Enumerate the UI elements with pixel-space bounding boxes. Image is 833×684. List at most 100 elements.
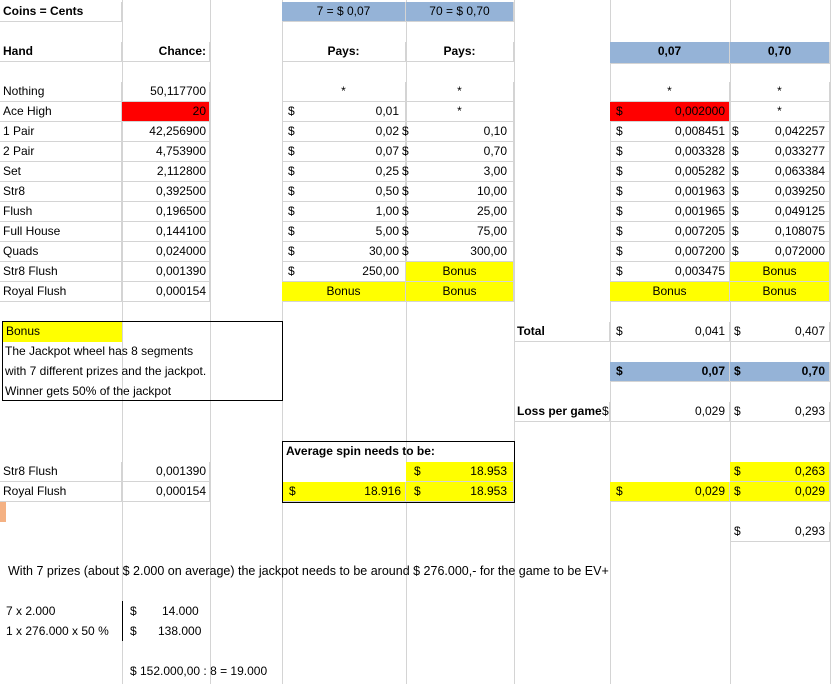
pays-header-2[interactable]: Pays:	[406, 42, 514, 62]
pay1-cell[interactable]: $250,00	[282, 262, 406, 282]
rf-ev1-cell[interactable]: $ 0,029	[610, 482, 730, 502]
bonus-title[interactable]: Bonus	[3, 322, 122, 342]
pay1-cell[interactable]: Bonus	[282, 282, 406, 302]
pay2-cell[interactable]: Bonus	[406, 262, 514, 282]
ev1-cell[interactable]: Bonus	[610, 282, 730, 302]
rf-hand[interactable]: Royal Flush	[0, 482, 122, 502]
hand-chance[interactable]: 0,000154	[122, 282, 210, 302]
pay2-cell[interactable]: $10,00	[402, 182, 514, 202]
pay2-cell[interactable]: $0,70	[402, 142, 514, 162]
ev1-value: 0,001963	[674, 184, 725, 198]
hand-chance[interactable]: 20	[122, 102, 210, 122]
rf-spin-cell-1[interactable]: $ 18.916	[283, 482, 406, 502]
hand-name[interactable]: Set	[0, 162, 122, 182]
chance-header[interactable]: Chance:	[122, 42, 210, 62]
pay1-cell[interactable]: $30,00	[282, 242, 406, 262]
hand-name[interactable]: Flush	[0, 202, 122, 222]
sf-spin-cell[interactable]: $ 18.953	[406, 462, 514, 482]
ev1-cell[interactable]: $0,005282	[610, 162, 730, 182]
pay2-cell[interactable]: $300,00	[402, 242, 514, 262]
total-cell-1[interactable]: $ 0,041	[610, 322, 730, 342]
bet-cell-1[interactable]: $ 0,07	[610, 362, 730, 382]
sf-chance[interactable]: 0,001390	[122, 462, 210, 482]
total-cell-2[interactable]: $ 0,407	[730, 322, 830, 342]
hand-name[interactable]: 2 Pair	[0, 142, 122, 162]
ev2-cell[interactable]: $0,108075	[730, 222, 830, 242]
pay1-cell[interactable]: $0,07	[282, 142, 406, 162]
pay2-cell[interactable]: $25,00	[402, 202, 514, 222]
sf-ev2-cell[interactable]: $ 0,263	[730, 462, 830, 482]
rf-ev2-cell[interactable]: $ 0,029	[730, 482, 830, 502]
loss-label[interactable]: Loss per game	[514, 402, 610, 422]
pay1-cell[interactable]: $1,00	[282, 202, 406, 222]
hand-chance[interactable]: 0,001390	[122, 262, 210, 282]
rf-spin-cell-2[interactable]: $ 18.953	[406, 482, 514, 502]
hand-chance[interactable]: 2,112800	[122, 162, 210, 182]
hand-chance[interactable]: 0,196500	[122, 202, 210, 222]
hand-name[interactable]: Str8	[0, 182, 122, 202]
hand-name[interactable]: Str8 Flush	[0, 262, 122, 282]
hand-name[interactable]: Nothing	[0, 82, 122, 102]
hand-name[interactable]: Royal Flush	[0, 282, 122, 302]
calc-value-2: 138.000	[158, 624, 202, 638]
pay1-cell[interactable]: $0,25	[282, 162, 406, 182]
loss-cell-1[interactable]: $ 0,029	[602, 402, 730, 422]
sum-ev2-cell[interactable]: $ 0,293	[730, 522, 830, 542]
pay2-cell[interactable]: $3,00	[402, 162, 514, 182]
pay2-cell[interactable]: Bonus	[406, 282, 514, 302]
sf-hand[interactable]: Str8 Flush	[0, 462, 122, 482]
currency-symbol: $	[616, 204, 623, 218]
ev2-cell[interactable]: Bonus	[730, 282, 830, 302]
ev2-cell[interactable]: $0,049125	[730, 202, 830, 222]
ev2-cell[interactable]: $0,042257	[730, 122, 830, 142]
ev2-cell[interactable]: *	[730, 102, 830, 122]
hand-chance[interactable]: 4,753900	[122, 142, 210, 162]
ev2-cell[interactable]: $0,033277	[730, 142, 830, 162]
pay1-cell[interactable]: $0,01	[282, 102, 406, 122]
ev2-cell[interactable]: $0,072000	[730, 242, 830, 262]
pays-header-1[interactable]: Pays:	[282, 42, 406, 62]
hand-chance[interactable]: 0,144100	[122, 222, 210, 242]
ev1-cell[interactable]: *	[610, 82, 730, 102]
ev1-cell[interactable]: $0,003328	[610, 142, 730, 162]
ev-header-2[interactable]: 0,70	[730, 42, 830, 64]
ev1-cell[interactable]: $0,002000	[610, 102, 730, 122]
ev1-cell[interactable]: $0,007200	[610, 242, 730, 262]
ev1-cell[interactable]: $0,007205	[610, 222, 730, 242]
rate-cell-2[interactable]: 70 = $ 0,70	[406, 2, 514, 22]
ev2-cell[interactable]: *	[730, 82, 830, 102]
pay1-cell[interactable]: $5,00	[282, 222, 406, 242]
spreadsheet[interactable]: Coins = Cents 7 = $ 0,07 70 = $ 0,70 Han…	[0, 0, 833, 684]
hand-chance[interactable]: 0,024000	[122, 242, 210, 262]
hand-name[interactable]: Full House	[0, 222, 122, 242]
hand-name[interactable]: Quads	[0, 242, 122, 262]
ev1-cell[interactable]: $0,008451	[610, 122, 730, 142]
ev2-cell[interactable]: $0,039250	[730, 182, 830, 202]
hand-header[interactable]: Hand	[0, 42, 122, 62]
rf-chance[interactable]: 0,000154	[122, 482, 210, 502]
hand-chance[interactable]: 42,256900	[122, 122, 210, 142]
pay2-cell[interactable]: $0,10	[402, 122, 514, 142]
ev1-cell[interactable]: $0,001965	[610, 202, 730, 222]
hand-chance[interactable]: 50,117700	[122, 82, 210, 102]
ev1-cell[interactable]: $0,001963	[610, 182, 730, 202]
hand-chance[interactable]: 0,392500	[122, 182, 210, 202]
bet-cell-2[interactable]: $ 0,70	[730, 362, 830, 382]
hand-name[interactable]: 1 Pair	[0, 122, 122, 142]
currency-symbol: $	[732, 184, 739, 198]
pay2-cell[interactable]: $75,00	[402, 222, 514, 242]
ev2-cell[interactable]: $0,063384	[730, 162, 830, 182]
pay1-cell[interactable]: $0,02	[282, 122, 406, 142]
pay2-cell[interactable]: *	[406, 102, 514, 122]
pay1-cell[interactable]: *	[282, 82, 406, 102]
pay2-cell[interactable]: *	[406, 82, 514, 102]
ev2-cell[interactable]: Bonus	[730, 262, 830, 282]
ev-header-1[interactable]: 0,07	[610, 42, 730, 64]
ev1-cell[interactable]: $0,003475	[610, 262, 730, 282]
coins-label[interactable]: Coins = Cents	[0, 2, 122, 22]
loss-cell-2[interactable]: $ 0,293	[730, 402, 830, 422]
pay1-cell[interactable]: $0,50	[282, 182, 406, 202]
total-label[interactable]: Total	[514, 322, 610, 342]
hand-name[interactable]: Ace High	[0, 102, 122, 122]
rate-cell-1[interactable]: 7 = $ 0,07	[282, 2, 406, 22]
